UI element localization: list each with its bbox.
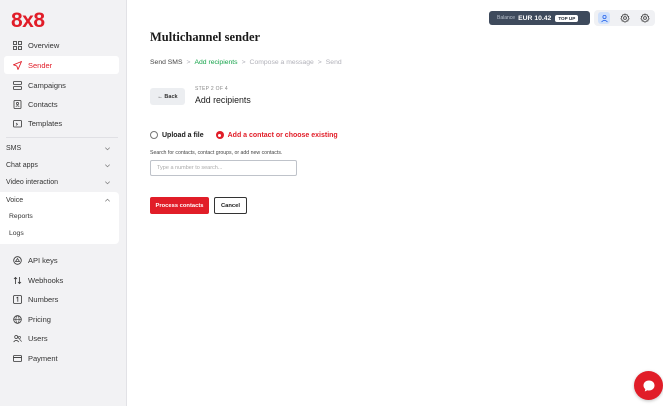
sidebar-item-label: Numbers (28, 294, 59, 304)
radio-add-contact-label[interactable]: Add a contact or choose existing (228, 132, 338, 139)
voice-section-panel: Voice Reports Logs (0, 192, 119, 244)
breadcrumb-separator: > (186, 59, 191, 66)
sidebar-item-overview[interactable]: Overview (4, 36, 119, 54)
step-counter: STEP 2 OF 4 (195, 86, 228, 92)
breadcrumb-separator: > (241, 59, 246, 66)
sidebar-item-templates[interactable]: Templates (4, 114, 119, 132)
globe-icon (12, 314, 22, 324)
breadcrumb: Send SMS > Add recipients > Compose a me… (150, 59, 342, 66)
breadcrumb-step-compose: Compose a message (249, 59, 314, 66)
sidebar-item-webhooks[interactable]: Webhooks (4, 271, 119, 289)
api-key-icon (12, 255, 22, 265)
balance-pill: Balance EUR 10.42 TOP UP (489, 11, 590, 25)
sidebar-item-label: Users (28, 333, 48, 343)
users-icon (12, 333, 22, 343)
campaigns-icon (12, 80, 22, 90)
sidebar-section-sms[interactable]: SMS (4, 140, 119, 157)
settings-icon[interactable] (619, 12, 631, 24)
sidebar-item-pricing[interactable]: Pricing (4, 310, 119, 328)
topbar-icon-group (594, 10, 655, 26)
top-up-button[interactable]: TOP UP (555, 14, 579, 22)
sidebar-item-label: Sender (28, 60, 53, 70)
section-label: Video interaction (6, 179, 59, 186)
radio-add-contact[interactable] (215, 131, 224, 139)
template-icon (12, 118, 22, 128)
sidebar-item-label: Templates (28, 118, 63, 128)
sidebar: 8x8 Overview Sender Campaigns Contacts T… (0, 0, 127, 406)
sidebar-section-chat-apps[interactable]: Chat apps (4, 157, 119, 174)
grid-icon (12, 40, 22, 50)
numbers-icon (12, 294, 22, 304)
user-icon[interactable] (598, 12, 610, 24)
sidebar-item-sender[interactable]: Sender (4, 56, 119, 74)
card-icon (12, 353, 22, 363)
breadcrumb-step-send-sms[interactable]: Send SMS (150, 59, 183, 66)
breadcrumb-step-send: Send (325, 59, 342, 66)
chat-support-button[interactable] (634, 371, 663, 400)
sidebar-item-numbers[interactable]: Numbers (4, 290, 119, 308)
sidebar-item-label: Payment (28, 353, 58, 363)
section-label: Voice (6, 197, 24, 204)
step-title: Add recipients (195, 95, 251, 105)
section-label: SMS (6, 145, 22, 152)
sidebar-divider (6, 137, 118, 138)
sidebar-item-label: Webhooks (28, 275, 64, 285)
page-title: Multichannel sender (150, 30, 261, 44)
contact-search-input[interactable] (150, 160, 297, 176)
sidebar-item-label: API keys (28, 255, 58, 265)
sidebar-subitem-logs[interactable]: Logs (9, 230, 24, 237)
process-contacts-button[interactable]: Process contacts (150, 197, 209, 214)
breadcrumb-step-add-recipients: Add recipients (194, 59, 238, 66)
sidebar-subitem-reports[interactable]: Reports (9, 213, 33, 220)
settings-icon[interactable] (639, 12, 651, 24)
sidebar-item-payment[interactable]: Payment (4, 349, 119, 367)
sidebar-section-video-interaction[interactable]: Video interaction (4, 174, 119, 191)
sidebar-item-users[interactable]: Users (4, 329, 119, 347)
sidebar-item-label: Contacts (28, 99, 58, 109)
sidebar-section-voice[interactable]: Voice (4, 192, 119, 209)
balance-value: EUR 10.42 (518, 14, 552, 22)
webhooks-icon (12, 275, 22, 285)
radio-upload-file[interactable] (150, 131, 158, 139)
radio-upload-file-label[interactable]: Upload a file (162, 132, 204, 139)
chevron-down-icon (105, 164, 110, 168)
sidebar-item-contacts[interactable]: Contacts (4, 95, 119, 113)
section-label: Chat apps (6, 162, 38, 169)
sidebar-item-label: Overview (28, 40, 60, 50)
contact-card-icon (12, 99, 22, 109)
balance-label: Balance (497, 15, 516, 21)
sidebar-item-label: Campaigns (28, 80, 66, 90)
search-helper-text: Search for contacts, contact groups, or … (150, 150, 283, 156)
brand-logo[interactable]: 8x8 (11, 9, 45, 33)
chevron-down-icon (105, 181, 110, 185)
sidebar-item-campaigns[interactable]: Campaigns (4, 76, 119, 94)
cancel-button[interactable]: Cancel (214, 197, 247, 214)
back-button[interactable]: ← Back (150, 88, 185, 105)
sidebar-item-label: Pricing (28, 314, 51, 324)
breadcrumb-separator: > (317, 59, 322, 66)
chevron-down-icon (105, 147, 110, 151)
recipient-source-options: Upload a file Add a contact or choose ex… (150, 131, 350, 139)
send-icon (12, 60, 22, 70)
chevron-up-icon (105, 198, 110, 202)
chat-bubble-icon (643, 380, 654, 391)
sidebar-item-api-keys[interactable]: API keys (4, 251, 119, 269)
